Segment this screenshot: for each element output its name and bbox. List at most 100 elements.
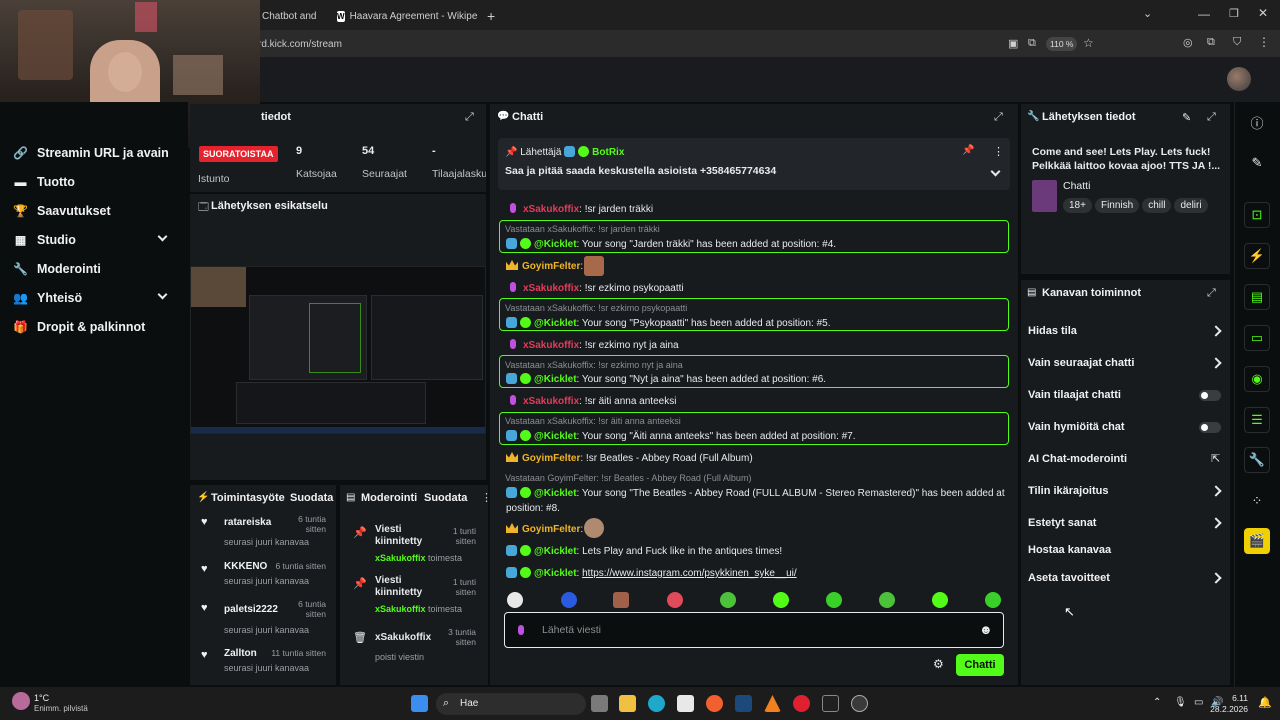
clapper-icon[interactable]: 🎬 [1244,528,1270,554]
more-icon[interactable]: ⋮ [993,145,1004,158]
sidebar-item-moderation[interactable]: 🔧 Moderointi [13,262,101,276]
activity-user[interactable]: KKKENO [224,561,267,572]
sidebar-item-community[interactable]: 👥 Yhteisö [13,291,82,305]
gear-icon[interactable]: ⚙ [933,657,944,671]
apps-icon[interactable]: ⁘ [1244,488,1270,514]
tag[interactable]: Finnish [1094,198,1140,213]
layout-icon[interactable]: ☰ [1244,407,1270,433]
terminal-icon[interactable] [822,695,839,712]
info-icon[interactable]: ⓘ [1244,109,1270,135]
avatar[interactable] [1227,67,1251,91]
edge-icon[interactable] [648,695,665,712]
network-icon[interactable]: ▭ [1194,697,1203,708]
camera-icon[interactable]: ⊡ [1244,202,1270,228]
task-view-icon[interactable] [591,695,608,712]
chat-link[interactable]: https://www.instagram.com/psykkinen_syke… [582,568,797,579]
filter-button[interactable]: Suodata [424,492,467,504]
action-host-channel[interactable]: Hostaa kanavaa [1028,544,1111,556]
tag[interactable]: 18+ [1063,198,1092,213]
emoji-icon[interactable]: ☻ [979,622,993,637]
tab-chatbot[interactable]: Chatbot and [262,6,324,26]
subscribers-only-toggle[interactable] [1199,390,1221,401]
send-chat-button[interactable]: Chatti [956,654,1004,676]
tab-list-icon[interactable]: ⌄ [1143,7,1152,20]
filter-button[interactable]: Suodata [290,492,333,504]
file-explorer-icon[interactable] [619,695,636,712]
sidebar-item-drops[interactable]: 🎁 Dropit & palkinnot [13,320,145,334]
taskbar-search[interactable]: ⌕ Hae [436,693,586,715]
tray-chevron-icon[interactable]: ⌃ [1153,697,1161,708]
url-text[interactable]: rd.kick.com/stream [258,39,342,50]
extensions-icon[interactable]: ⧉ [1207,36,1215,49]
clock-date[interactable]: 28.2.2026 [1204,704,1248,714]
obs-icon[interactable] [851,695,868,712]
action-age-restriction[interactable]: Tilin ikärajoitus [1028,485,1109,497]
tab-wikipedia[interactable]: W Haavara Agreement - Wikipedia [337,6,477,26]
action-set-goals[interactable]: Aseta tavoitteet [1028,572,1110,584]
activity-user[interactable]: paletsi2222 [224,604,278,615]
log-icon: ▤ [346,492,356,503]
broadcast-icon[interactable]: ◉ [1244,366,1270,392]
emote-button[interactable] [932,592,948,608]
stream-preview-video[interactable] [190,266,486,434]
tag[interactable]: deliri [1174,198,1208,213]
profile-icon[interactable]: ◎ [1183,36,1193,49]
new-tab-button[interactable]: + [487,8,495,24]
popout-icon[interactable]: ⤢ [994,111,1003,124]
external-link-icon[interactable]: ⇱ [1211,452,1220,465]
action-followers-only[interactable]: Vain seuraajat chatti [1028,357,1134,369]
sidebar-item-stream-url[interactable]: 🔗 Streamin URL ja avain [13,146,169,160]
chat-bubble-icon[interactable]: ▭ [1244,325,1270,351]
sidebar-item-achievements[interactable]: 🏆 Saavutukset [13,204,111,218]
steam-icon[interactable] [735,695,752,712]
chat-input[interactable]: Lähetä viesti ☻ [504,612,1004,648]
emote-button[interactable] [720,592,736,608]
emote-button[interactable] [561,592,577,608]
lightning-icon[interactable]: ⚡ [1244,243,1270,269]
firefox-icon[interactable] [706,695,723,712]
emote-button[interactable] [773,592,789,608]
edit-icon[interactable]: ✎ [1182,111,1191,124]
action-blocked-words[interactable]: Estetyt sanat [1028,517,1096,529]
clock-time[interactable]: 6.11 [1224,693,1248,703]
category-name[interactable]: Chatti [1063,180,1090,192]
close-icon[interactable]: ✕ [1258,6,1268,20]
wrench-icon[interactable]: 🔧 [1244,447,1270,473]
zoom-badge[interactable]: 110 % [1046,37,1078,51]
document-icon[interactable]: ▤ [1244,284,1270,310]
translate-icon[interactable]: ⧉ [1028,37,1036,50]
shield-icon[interactable]: ⛉ [1233,36,1241,49]
pin-icon[interactable]: 📌 [962,145,974,156]
microphone-icon[interactable]: 🎙 [1174,697,1187,708]
bookmark-star-icon[interactable]: ☆ [1083,36,1094,50]
sidebar-item-revenue[interactable]: ▬ Tuotto [14,175,75,189]
emote-button[interactable] [667,592,683,608]
notifications-icon[interactable]: 🔔 [1258,696,1272,709]
weather-temp[interactable]: 1°C [34,693,49,703]
emote-button[interactable] [826,592,842,608]
emotes-only-toggle[interactable] [1199,422,1221,433]
popout-icon[interactable]: ⤢ [465,111,474,124]
sidebar-item-studio[interactable]: ▦ Studio [14,233,76,247]
screenshot-icon[interactable]: ▣ [1008,37,1018,50]
emote-button[interactable] [879,592,895,608]
action-subscribers-only: Vain tilaajat chatti [1028,389,1121,401]
windows-start-icon[interactable] [411,695,428,712]
pen-icon[interactable]: ✎ [1244,150,1270,176]
menu-icon[interactable]: ⋮ [1258,35,1270,49]
activity-user[interactable]: Zallton [224,648,257,659]
popout-icon[interactable]: ⤢ [1207,111,1216,124]
maximize-icon[interactable]: ❐ [1229,7,1239,20]
opera-icon[interactable] [793,695,810,712]
wrench-icon: 🔧 [13,262,28,276]
popout-icon[interactable]: ⤢ [1207,287,1216,300]
tag[interactable]: chill [1142,198,1172,213]
emote-button[interactable] [507,592,523,608]
action-slow-mode[interactable]: Hidas tila [1028,325,1077,337]
store-icon[interactable] [677,695,694,712]
activity-user[interactable]: ratareiska [224,517,271,528]
action-ai-moderation[interactable]: AI Chat-moderointi [1028,453,1127,465]
minimize-icon[interactable]: — [1198,7,1210,21]
emote-button[interactable] [985,592,1001,608]
emote-button[interactable] [613,592,629,608]
